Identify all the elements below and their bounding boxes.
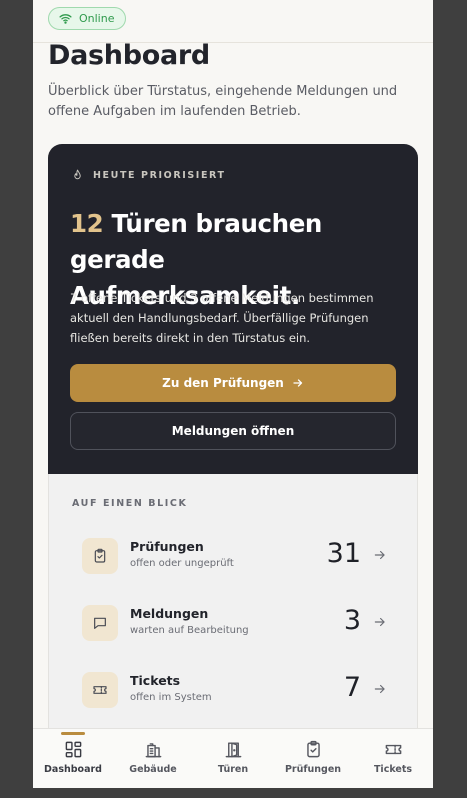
stat-desc: warten auf Bearbeitung [130, 625, 249, 636]
status-label: Online [79, 12, 115, 25]
wifi-icon [59, 14, 72, 24]
stat-value: 31 [326, 538, 361, 569]
stat-name: Meldungen [130, 606, 209, 621]
clipboard-check-icon [306, 740, 320, 758]
stat-desc: offen im System [130, 692, 212, 703]
stat-desc: offen oder ungeprüft [130, 558, 234, 569]
overview-section: AUF EINEN BLICK Prüfungen offen oder ung… [48, 474, 418, 734]
nav-dashboard[interactable]: Dashboard [33, 729, 113, 788]
priority-eyebrow: HEUTE PRIORISIERT [71, 169, 226, 182]
priority-card: HEUTE PRIORISIERT 12 Türen brauchen gera… [48, 144, 418, 474]
ticket-icon [385, 744, 401, 755]
message-icon [94, 617, 106, 629]
stat-value: 7 [343, 672, 361, 703]
stat-inspections[interactable]: Prüfungen offen oder ungeprüft 31 [82, 534, 387, 578]
nav-label: Tickets [373, 764, 413, 775]
flame-icon [74, 169, 81, 180]
stat-icon-wrap [82, 538, 118, 574]
stat-tickets[interactable]: Tickets offen im System 7 [82, 668, 387, 712]
ticket-icon [93, 686, 107, 694]
arrow-right-icon [374, 550, 385, 560]
nav-inspections[interactable]: Prüfungen [273, 729, 353, 788]
nav-label: Gebäude [129, 764, 177, 775]
door-icon [225, 742, 241, 758]
arrow-right-icon [293, 379, 302, 387]
page-title: Dashboard [48, 40, 210, 71]
nav-label: Prüfungen [284, 764, 342, 775]
stat-reports[interactable]: Meldungen warten auf Bearbeitung 3 [82, 601, 387, 645]
nav-label: Türen [217, 764, 249, 775]
stat-icon-wrap [82, 605, 118, 641]
bottom-nav: Dashboard Gebäude Türen Prüfungen Ticket… [33, 728, 433, 788]
building-icon [145, 743, 161, 758]
status-badge: Online [48, 7, 127, 30]
eyebrow-label: HEUTE PRIORISIERT [93, 170, 226, 181]
open-reports-label: Meldungen öffnen [171, 424, 295, 438]
grid-icon [65, 741, 81, 758]
to-inspections-label: Zu den Prüfungen [162, 376, 284, 390]
stat-name: Prüfungen [130, 539, 204, 554]
priority-description: 7 offene Tickets und 3 offene Meldungen … [70, 291, 374, 345]
nav-buildings[interactable]: Gebäude [113, 729, 193, 788]
nav-tickets[interactable]: Tickets [353, 729, 433, 788]
stat-name: Tickets [130, 673, 181, 688]
arrow-right-icon [374, 617, 385, 627]
open-reports-button[interactable]: Meldungen öffnen [70, 412, 396, 450]
nav-doors[interactable]: Türen [193, 729, 273, 788]
page-subtitle: Überblick über Türstatus, eingehende Mel… [48, 84, 398, 119]
stat-icon-wrap [82, 672, 118, 708]
arrow-right-icon [374, 684, 385, 694]
top-bar: Online [33, 0, 433, 43]
nav-label: Dashboard [44, 764, 102, 775]
clipboard-check-icon [94, 548, 106, 563]
to-inspections-button[interactable]: Zu den Prüfungen [70, 364, 396, 402]
app-screen: Online Dashboard Überblick über Türstatu… [33, 0, 433, 788]
priority-count: 12 [70, 209, 104, 238]
overview-label: AUF EINEN BLICK [72, 498, 188, 509]
stat-value: 3 [343, 605, 361, 636]
